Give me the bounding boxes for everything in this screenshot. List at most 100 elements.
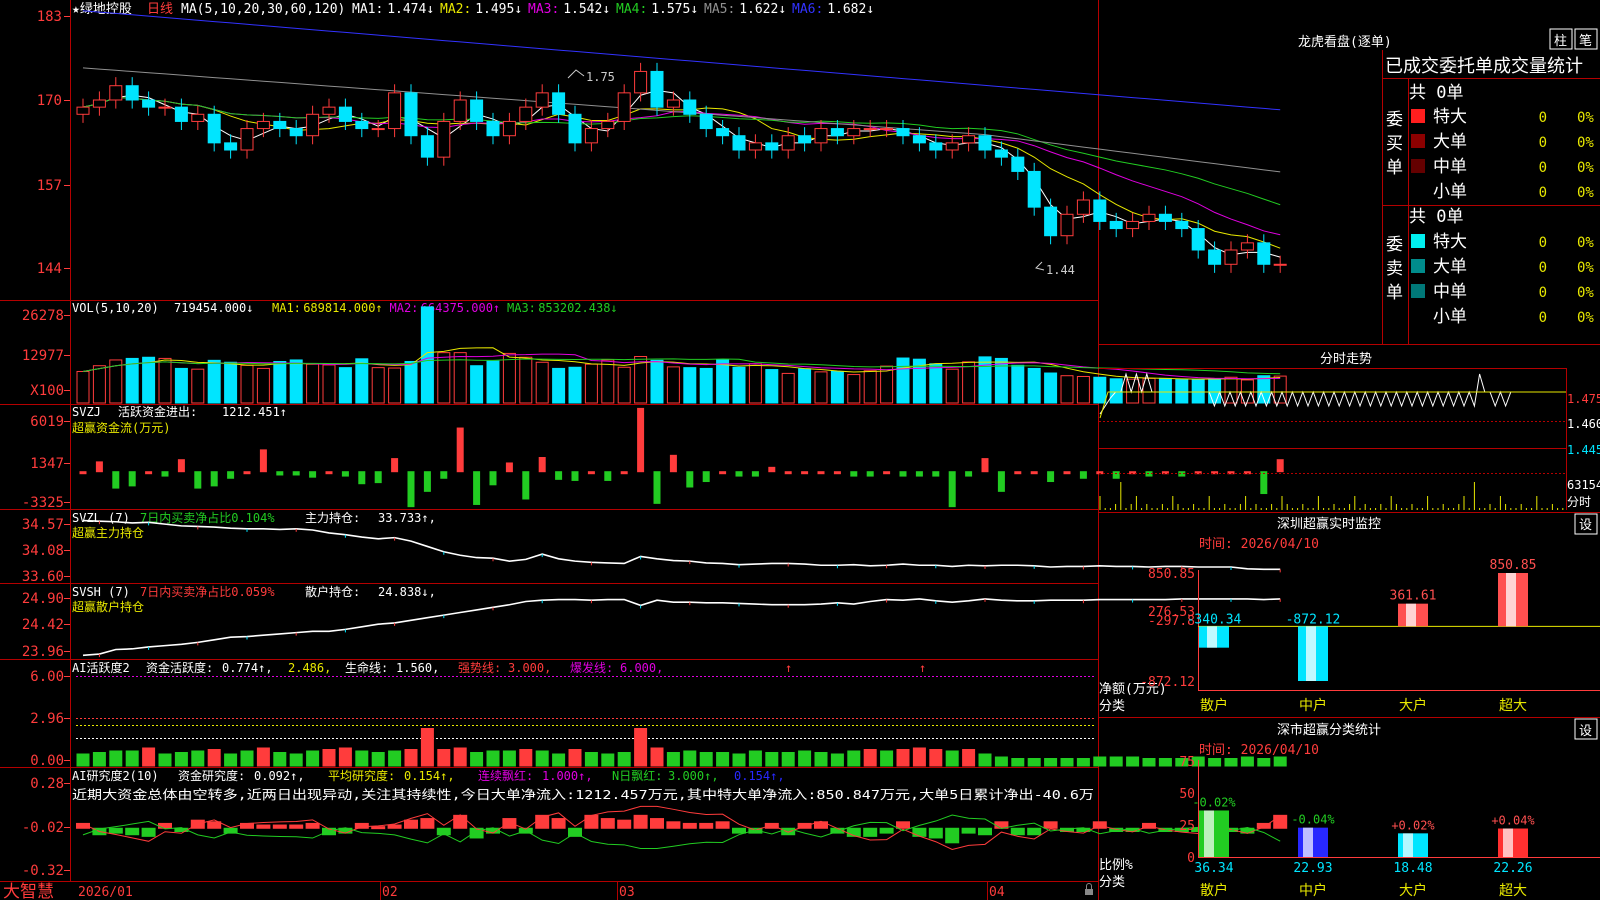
indicator-bar: [92, 752, 106, 767]
indicator-bar: [1126, 756, 1140, 767]
intraday-axis-1: 1.475: [1567, 392, 1600, 406]
indicator-bar: [929, 749, 943, 767]
order-size-swatch: [1411, 109, 1425, 123]
order-size-swatch: [1411, 234, 1425, 248]
candle-body: [568, 113, 582, 144]
candle-body: [1224, 249, 1238, 265]
indicator-bar: [1079, 471, 1087, 479]
sz-monitor-category: 散户: [1200, 697, 1228, 714]
candle-body: [978, 135, 992, 151]
ma-legend-label: MA1:: [352, 2, 383, 17]
indicator-bar: [191, 750, 205, 767]
ma6-line: [82, 10, 1281, 111]
indicator-bar: [568, 749, 582, 767]
indicator-bar: [551, 818, 566, 829]
svsh-desc: 7日内买卖净占比0.059%: [140, 584, 275, 599]
sz-class-bar-delta: -0.04%: [1291, 813, 1335, 827]
indicator-bar: [814, 752, 828, 767]
candle-body: [650, 70, 664, 108]
indicator-bar: [158, 357, 172, 404]
indicator-bar: [1093, 376, 1107, 404]
indicator-bar: [210, 471, 218, 487]
price-tick-label: 170: [37, 93, 62, 109]
sz-monitor-xlabel: 分类: [1099, 699, 1125, 714]
sz-class-tick: 25: [1179, 819, 1195, 834]
indicator-bar: [355, 750, 369, 767]
sz-monitor-bar-value: 361.61: [1390, 589, 1437, 604]
vol-legend: MA1: 689814.000↑ MA2: 664375.000↑ MA3: 853202…: [272, 301, 618, 315]
indicator-bar: [473, 471, 481, 505]
indicator-bar: [404, 819, 418, 829]
svzj-sub: 超赢资金流(万元): [72, 420, 170, 435]
candle-body: [240, 128, 254, 151]
indicator-bar: [751, 471, 759, 477]
indicator-bar: [633, 814, 648, 829]
indicator-bar: [322, 749, 336, 767]
candle-body: [1208, 249, 1222, 265]
indicator-bar: [240, 750, 254, 767]
brand-logo[interactable]: 大智慧: [3, 882, 54, 900]
indicator-bar: [552, 753, 566, 767]
indicator-bar: [945, 750, 959, 767]
sz-monitor-chart: 850.85276.53-297.8-872.12-340.34散户-872.1…: [1140, 558, 1600, 714]
indicator-bar: [1014, 471, 1022, 475]
indicator-bar: [716, 752, 730, 767]
indicator-bar: [650, 359, 664, 404]
sell-side-label: 委卖单: [1386, 235, 1403, 303]
period-label[interactable]: 日线: [147, 2, 173, 17]
candle-body: [1158, 213, 1172, 222]
ma-legend-label: MA6:: [792, 2, 823, 17]
order-size-percent: 0%: [1577, 260, 1594, 276]
indicator-bar: [847, 374, 861, 404]
svzl-axis: 34.57 34.08 33.60: [22, 517, 70, 585]
ma-line: [82, 97, 1281, 249]
candle-body: [109, 85, 123, 101]
candle-body: [601, 120, 615, 130]
order-size-percent: 0%: [1577, 185, 1594, 201]
indicator-bar: [863, 370, 877, 404]
indicator-bar: [981, 458, 989, 473]
indicator-bar: [798, 750, 812, 767]
candle-body: [502, 120, 516, 137]
sz-monitor-tick: 850.85: [1148, 567, 1195, 582]
indicator-bar: [584, 752, 598, 767]
lock-icon[interactable]: [1085, 883, 1093, 896]
indicator-bar: [702, 471, 710, 483]
indicator-bar: [388, 367, 402, 404]
indicator-bar: [1030, 471, 1038, 475]
svsh-value: 24.838↓,: [378, 585, 436, 599]
stats-header: 已成交委托单成交量统计: [1385, 56, 1583, 77]
indicator-bar: [945, 368, 959, 404]
svzj-desc: 活跃资金进出:: [118, 404, 197, 419]
ai2-v2: 0.154↑,: [404, 769, 455, 783]
indicator-bar: [962, 361, 976, 404]
indicator-bar: [145, 471, 153, 475]
indicator-bar: [1011, 364, 1025, 404]
indicator-bar: [863, 749, 877, 767]
sz-class-category: 中户: [1299, 882, 1327, 899]
ma-group-label: MA(5,10,20,30,60,120): [181, 2, 345, 17]
vol-value: 719454.000↓: [174, 301, 253, 315]
candle-body: [1191, 228, 1205, 251]
indicator-bar: [1060, 758, 1074, 767]
indicator-bar: [456, 427, 464, 473]
order-size-count: 0: [1539, 310, 1547, 326]
indicator-bar: [1257, 758, 1271, 767]
candle-body: [666, 99, 680, 108]
axis-tick-label: 24.42: [22, 617, 64, 633]
indicator-bar: [207, 821, 222, 829]
sz-monitor-settings-label: 设: [1579, 518, 1592, 533]
order-size-percent: 0%: [1577, 110, 1594, 126]
intraday-axis-3: 1.445: [1567, 443, 1600, 457]
ma-legend-label: MA4:: [616, 2, 647, 17]
indicator-bar: [453, 747, 467, 767]
order-size-count: 0: [1539, 135, 1547, 151]
axis-tick-label: 12977: [22, 348, 64, 364]
candle-body: [962, 135, 976, 144]
order-size-name: 小单: [1433, 307, 1467, 327]
candle-body: [273, 120, 287, 130]
ai1-t5: 爆发线:: [570, 660, 613, 675]
sz-class-settings-label: 设: [1579, 724, 1592, 739]
stock-name[interactable]: ★绿地控股: [72, 2, 132, 17]
ai1-t4: 强势线:: [458, 661, 501, 675]
